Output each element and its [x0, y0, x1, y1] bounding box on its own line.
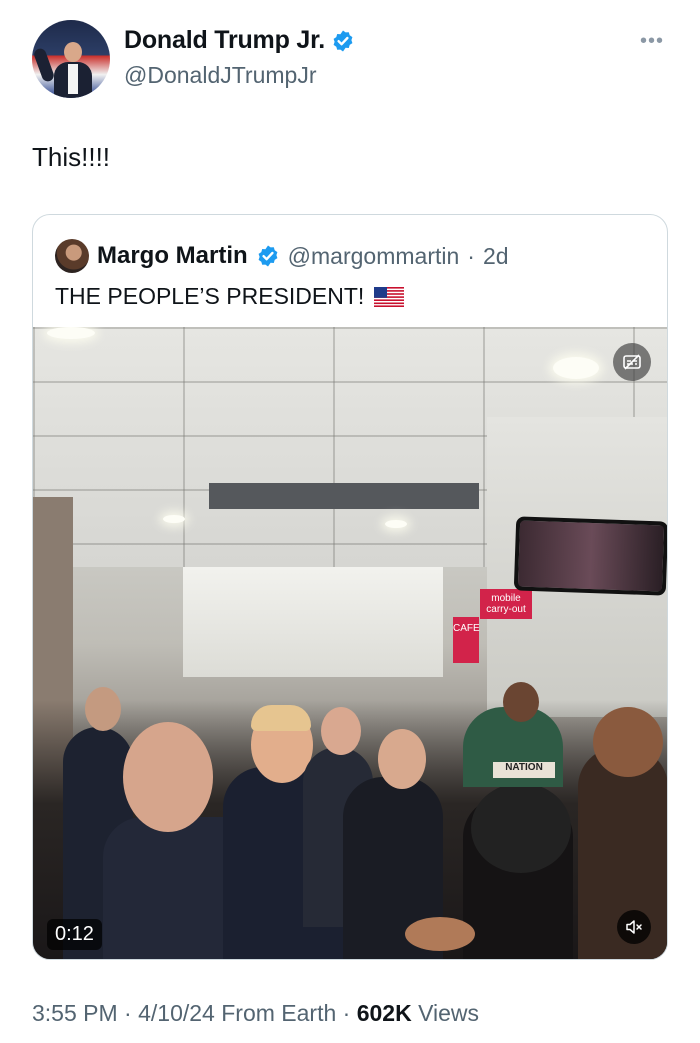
video-scene-light — [553, 357, 599, 379]
us-flag-icon — [374, 286, 405, 307]
video-player[interactable]: mobile carry-out CAFE NATION 0:12 — [33, 327, 667, 959]
quoted-author-name[interactable]: Margo Martin — [97, 242, 248, 270]
quoted-verified-badge-icon — [258, 245, 278, 267]
avatar-figure-shirt — [68, 64, 78, 94]
video-duration: 0:12 — [47, 919, 102, 950]
views-label: Views — [411, 1000, 480, 1026]
meta-separator: · — [336, 1000, 357, 1026]
quoted-tweet-text-row: THE PEOPLE’S PRESIDENT! — [55, 283, 405, 310]
meta-separator: · — [117, 1000, 139, 1026]
video-scene-person-head — [471, 783, 571, 873]
video-scene-phone — [513, 516, 667, 596]
video-scene-hallway — [183, 567, 443, 677]
verified-badge-icon — [333, 30, 353, 51]
tweet-text: This!!!! — [32, 142, 111, 172]
author-name-row[interactable]: Donald Trump Jr. — [124, 26, 355, 55]
quoted-tweet-header: Margo Martin @margommartin · 2d — [55, 239, 509, 273]
video-scene-person-head — [503, 682, 539, 722]
video-scene-person-head — [123, 722, 213, 832]
video-scene-sign: mobile carry-out — [480, 589, 532, 619]
author-handle[interactable]: @DonaldJTrumpJr — [124, 62, 317, 89]
quoted-separator: · — [467, 242, 475, 269]
video-scene-sign: CAFE — [453, 617, 480, 663]
video-scene-light — [385, 520, 407, 528]
quoted-tweet-card[interactable]: Margo Martin @margommartin · 2d THE PEOP… — [32, 214, 668, 960]
tweet-time[interactable]: 3:55 PM — [32, 1000, 118, 1026]
author-avatar[interactable] — [32, 20, 110, 98]
tweet-header: Donald Trump Jr. @DonaldJTrumpJr ••• — [32, 20, 672, 100]
video-scene-person-head — [321, 707, 361, 755]
quoted-tweet-text: THE PEOPLE’S PRESIDENT! — [55, 283, 365, 309]
tweet-meta: 3:55 PM · 4/10/24 From Earth · 602K View… — [32, 1000, 479, 1027]
video-scene-vent — [209, 483, 479, 509]
video-scene-person-head — [85, 687, 121, 731]
quoted-author-avatar[interactable] — [55, 239, 89, 273]
video-scene-shirt-text: NATION — [493, 762, 555, 778]
author-display-name[interactable]: Donald Trump Jr. — [124, 26, 325, 55]
views-count[interactable]: 602K — [357, 1000, 412, 1026]
more-options-icon[interactable]: ••• — [640, 30, 664, 53]
avatar-figure-arm — [32, 46, 56, 84]
quoted-timestamp[interactable]: 2d — [483, 243, 509, 270]
video-scene-light — [163, 515, 185, 523]
captions-off-icon — [623, 354, 641, 370]
video-scene-hands — [405, 917, 475, 951]
quoted-author-handle[interactable]: @margommartin — [288, 243, 460, 270]
speaker-muted-icon — [626, 920, 642, 934]
avatar-figure-head — [64, 42, 82, 62]
video-scene-person-head — [593, 707, 663, 777]
tweet-date[interactable]: 4/10/24 From Earth — [138, 1000, 336, 1026]
captions-button[interactable] — [613, 343, 651, 381]
mute-button[interactable] — [617, 910, 651, 944]
video-scene-light — [47, 327, 95, 339]
video-scene-person-head — [378, 729, 426, 789]
video-scene-person-hair — [251, 705, 311, 731]
